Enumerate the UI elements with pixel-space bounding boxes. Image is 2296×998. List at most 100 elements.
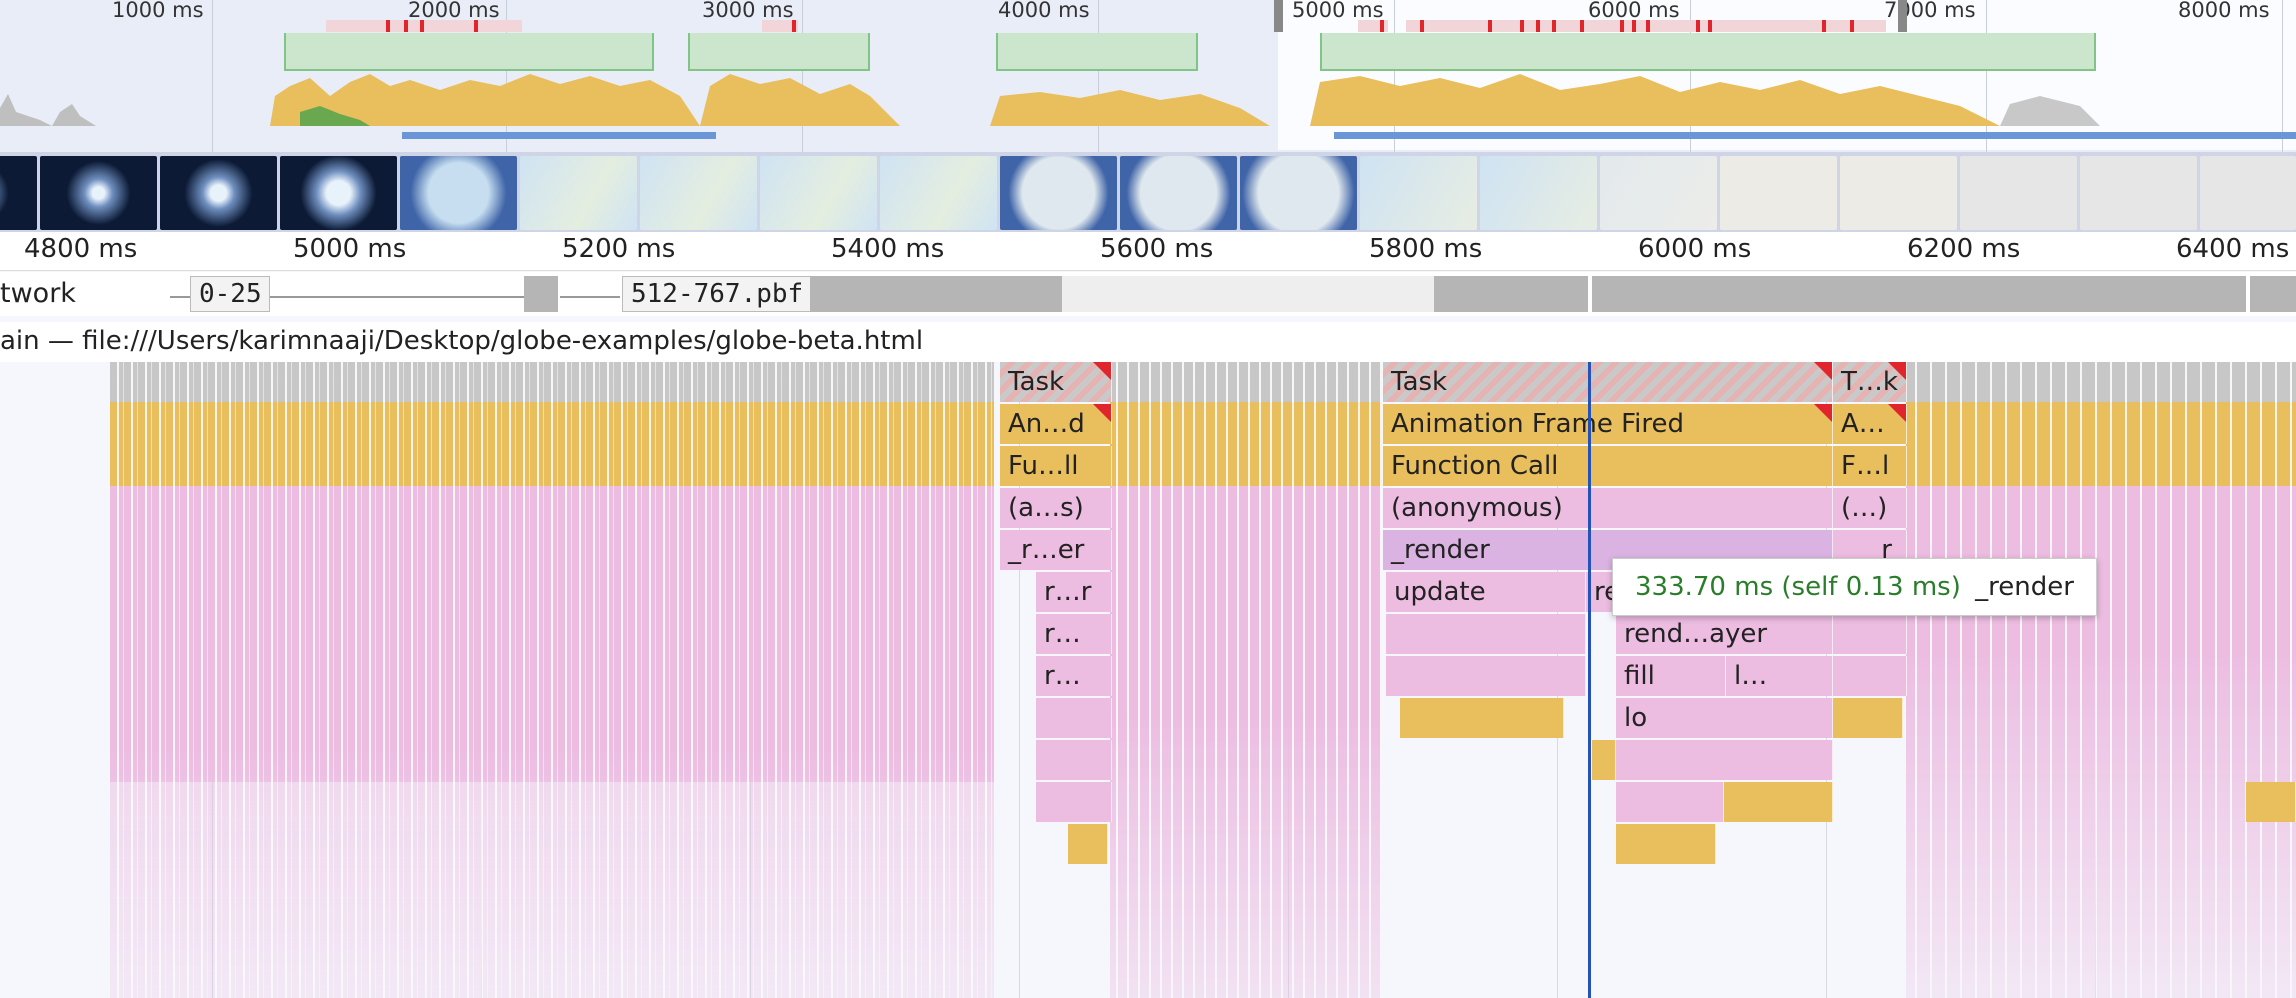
selection-right-handle[interactable]: [1898, 0, 1907, 32]
network-track[interactable]: twork 0-25 512-767.pbf: [0, 272, 2296, 316]
long-task-marker: [1708, 20, 1712, 32]
ruler-tick-label: 5000 ms: [293, 234, 407, 264]
network-track-title[interactable]: twork: [0, 278, 76, 309]
long-task-marker: [404, 20, 408, 32]
flame-update[interactable]: update: [1386, 572, 1586, 612]
network-request[interactable]: 512-767.pbf: [622, 276, 812, 312]
screenshot-frame[interactable]: [0, 156, 37, 230]
flame-lo[interactable]: lo: [1616, 698, 1833, 738]
flame-anonymous[interactable]: (anonymous): [1383, 488, 1833, 528]
flame-render-layer[interactable]: rend…ayer: [1616, 614, 1833, 654]
flame-label: rend…ayer: [1624, 619, 1768, 649]
flame-call[interactable]: [1036, 782, 1112, 822]
flame-task[interactable]: Task: [1000, 362, 1112, 402]
flame-call[interactable]: [2246, 782, 2296, 822]
dense-activity-cluster: [1906, 362, 2296, 998]
timeline-overview[interactable]: 1000 ms 2000 ms 3000 ms 4000 ms 5000 ms …: [0, 0, 2296, 152]
screenshot-frame[interactable]: [1840, 156, 1957, 230]
network-request-block[interactable]: [810, 276, 1062, 312]
long-task-marker: [1632, 20, 1636, 32]
network-request-block[interactable]: [1592, 276, 2246, 312]
long-task-marker: [1520, 20, 1524, 32]
flame-call[interactable]: [1068, 824, 1108, 864]
ruler-tick-label: 5200 ms: [562, 234, 676, 264]
overview-tick-label: 5000 ms: [1292, 0, 1384, 22]
screenshot-frame[interactable]: [160, 156, 277, 230]
flame-animation-frame[interactable]: Animation Frame Fired: [1383, 404, 1833, 444]
flame-call[interactable]: [1592, 740, 1616, 780]
flame-call[interactable]: l…: [1726, 656, 1833, 696]
screenshot-frame[interactable]: [640, 156, 757, 230]
flame-function-call[interactable]: F…l: [1833, 446, 1907, 486]
flame-call[interactable]: [1036, 698, 1112, 738]
main-thread-title[interactable]: ain — file:///Users/karimnaaji/Desktop/g…: [0, 326, 923, 356]
long-task-flag: [1093, 404, 1111, 422]
network-request-block[interactable]: [1434, 276, 1588, 312]
flame-call[interactable]: [1616, 824, 1716, 864]
flame-label: Function Call: [1391, 451, 1559, 481]
screenshot-frame[interactable]: [40, 156, 157, 230]
ruler-tick-label: 5600 ms: [1100, 234, 1214, 264]
selection-left-handle[interactable]: [1274, 0, 1283, 32]
flame-animation-frame[interactable]: An…d: [1000, 404, 1112, 444]
flame-call[interactable]: r…r: [1036, 572, 1112, 612]
flame-function-call[interactable]: Fu…ll: [1000, 446, 1112, 486]
flame-anonymous[interactable]: (a…s): [1000, 488, 1112, 528]
flame-label: A…: [1841, 409, 1885, 439]
flame-render[interactable]: _r…er: [1000, 530, 1112, 570]
time-ruler[interactable]: 4800 ms 5000 ms 5200 ms 5400 ms 5600 ms …: [0, 232, 2296, 271]
flame-label: F…l: [1841, 451, 1890, 481]
long-task-flag: [1814, 404, 1832, 422]
flame-call[interactable]: r…: [1036, 614, 1112, 654]
ruler-tick-label: 6000 ms: [1638, 234, 1752, 264]
screenshot-filmstrip[interactable]: [0, 152, 2296, 232]
flame-call[interactable]: [1386, 656, 1586, 696]
flame-call[interactable]: [1616, 740, 1833, 780]
screenshot-frame[interactable]: [1600, 156, 1717, 230]
flame-task[interactable]: Task: [1383, 362, 1833, 402]
flame-label: lo: [1624, 703, 1648, 733]
screenshot-frame[interactable]: [1120, 156, 1237, 230]
main-thread-header[interactable]: ain — file:///Users/karimnaaji/Desktop/g…: [0, 322, 2296, 362]
flame-label: Fu…ll: [1008, 451, 1079, 481]
network-request[interactable]: 0-25: [190, 276, 270, 312]
flame-call[interactable]: [1616, 782, 1724, 822]
screenshot-frame[interactable]: [760, 156, 877, 230]
flame-call[interactable]: [1400, 698, 1564, 738]
flame-call[interactable]: [1833, 698, 1903, 738]
flame-call[interactable]: [1833, 656, 1907, 696]
screenshot-frame[interactable]: [1240, 156, 1357, 230]
flame-animation-frame[interactable]: A…: [1833, 404, 1907, 444]
screenshot-frame[interactable]: [1480, 156, 1597, 230]
flame-label: update: [1394, 577, 1486, 607]
screenshot-frame[interactable]: [520, 156, 637, 230]
flame-fill[interactable]: fill: [1616, 656, 1726, 696]
screenshot-frame[interactable]: [1360, 156, 1477, 230]
flame-call[interactable]: r…: [1036, 656, 1112, 696]
screenshot-frame[interactable]: [2200, 156, 2296, 230]
flame-anonymous[interactable]: (…): [1833, 488, 1907, 528]
screenshot-frame[interactable]: [2080, 156, 2197, 230]
playhead-cursor: [1588, 362, 1591, 998]
flame-call[interactable]: [1724, 782, 1833, 822]
flame-call[interactable]: [1386, 614, 1586, 654]
long-task-marker: [1380, 20, 1384, 32]
overview-tick-label: 4000 ms: [998, 0, 1090, 22]
network-request-block[interactable]: [1062, 276, 1434, 312]
long-task-marker: [1420, 20, 1424, 32]
long-task-marker: [1620, 20, 1624, 32]
network-request-block[interactable]: [2250, 276, 2296, 312]
screenshot-frame[interactable]: [400, 156, 517, 230]
flame-call[interactable]: [1833, 614, 1907, 654]
main-thread-flame-chart[interactable]: Task An…d Fu…ll (a…s) _r…er r…r r… r… Ta…: [0, 362, 2296, 998]
screenshot-frame[interactable]: [880, 156, 997, 230]
flame-task[interactable]: T…k: [1833, 362, 1907, 402]
screenshot-frame[interactable]: [1000, 156, 1117, 230]
screenshot-frame[interactable]: [280, 156, 397, 230]
screenshot-frame[interactable]: [1960, 156, 2077, 230]
screenshot-frame[interactable]: [1720, 156, 1837, 230]
flame-call[interactable]: [1036, 740, 1112, 780]
flame-function-call[interactable]: Function Call: [1383, 446, 1833, 486]
network-request-block[interactable]: [524, 276, 558, 312]
long-task-marker: [1822, 20, 1826, 32]
